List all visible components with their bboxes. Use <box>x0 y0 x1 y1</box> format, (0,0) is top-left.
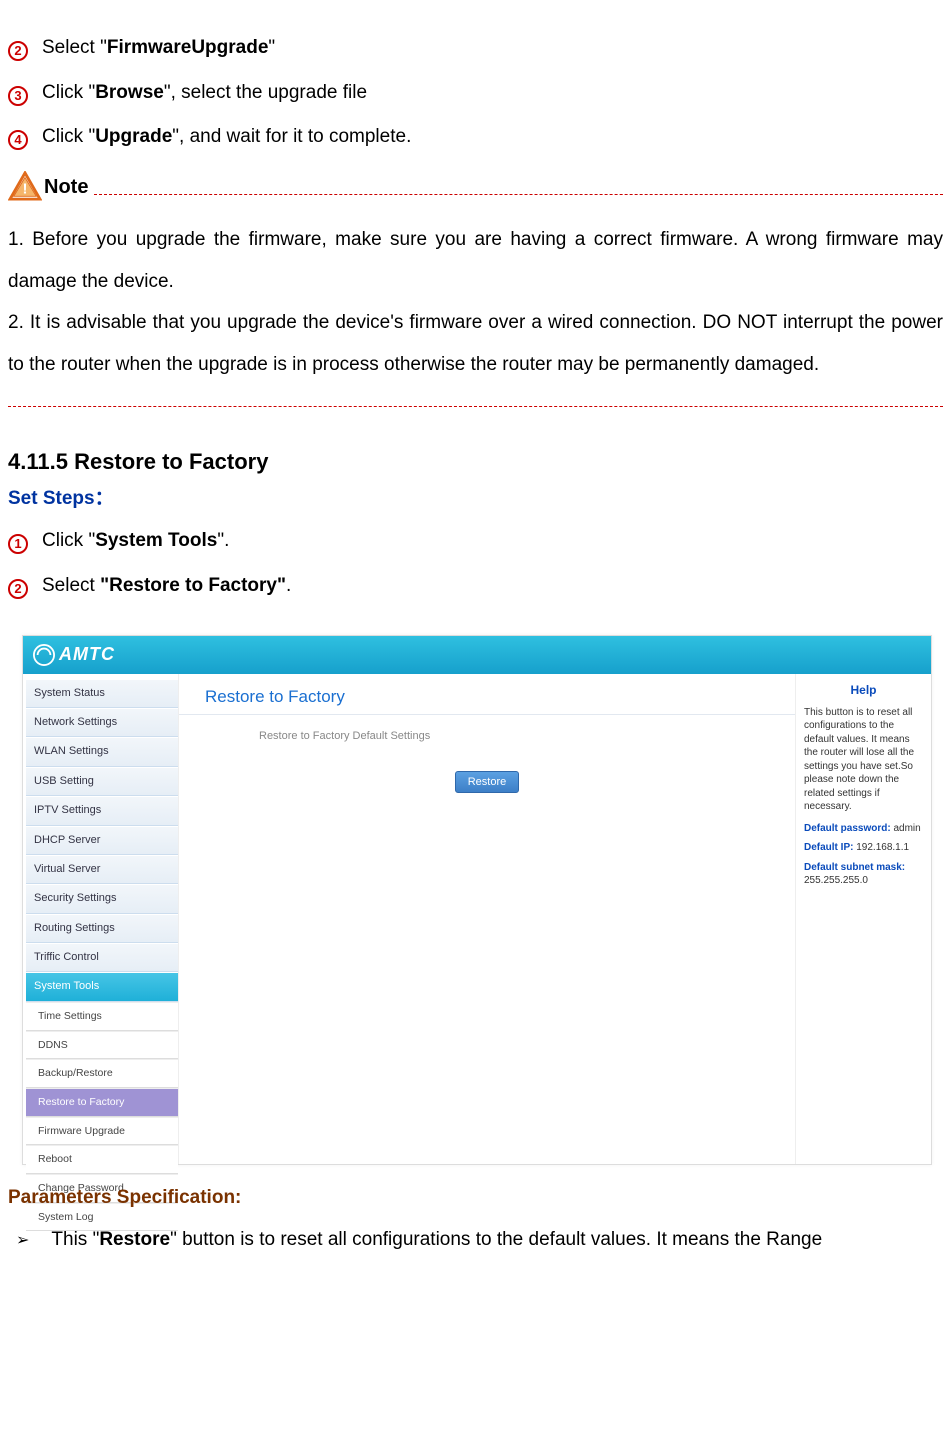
step-row: 4 Click "Upgrade", and wait for it to com… <box>8 124 943 151</box>
step-text: Select "Restore to Factory". <box>42 573 943 600</box>
step-row: 2 Select "FirmwareUpgrade" <box>8 35 943 62</box>
circled-number: 2 <box>8 41 28 61</box>
section-title: 4.11.5 Restore to Factory <box>8 447 943 478</box>
sidebar-sub-item[interactable]: Restore to Factory <box>26 1088 178 1117</box>
sidebar-item[interactable]: System Status <box>26 679 178 708</box>
sidebar-item[interactable]: DHCP Server <box>26 826 178 855</box>
params-bullet: ➢ This "Restore" button is to reset all … <box>8 1227 943 1254</box>
note-divider <box>94 194 943 195</box>
sidebar-item[interactable]: Network Settings <box>26 708 178 737</box>
help-password-value: admin <box>891 823 921 834</box>
note-end-divider <box>8 406 943 407</box>
step-row: 1 Click "System Tools". <box>8 528 943 555</box>
help-mask-value: 255.255.255.0 <box>804 875 868 886</box>
sidebar-sub-item[interactable]: Time Settings <box>26 1002 178 1031</box>
sidebar-item[interactable]: IPTV Settings <box>26 796 178 825</box>
router-sidebar: System StatusNetwork SettingsWLAN Settin… <box>23 674 178 1164</box>
step-text: Click "System Tools". <box>42 528 943 555</box>
pane-title: Restore to Factory <box>179 677 795 716</box>
sidebar-sub-item[interactable]: Firmware Upgrade <box>26 1117 178 1146</box>
router-main-pane: Restore to Factory Restore to Factory De… <box>178 674 796 1164</box>
sidebar-item[interactable]: Security Settings <box>26 884 178 913</box>
pane-subtext: Restore to Factory Default Settings <box>179 715 795 744</box>
step-row: 2 Select "Restore to Factory". <box>8 573 943 600</box>
step-text: Select "FirmwareUpgrade" <box>42 35 943 62</box>
note-label: Note <box>44 173 88 201</box>
router-header: AMTC <box>23 636 931 674</box>
sidebar-item[interactable]: Routing Settings <box>26 914 178 943</box>
brand-logo-icon <box>33 644 55 666</box>
step-text: Click "Browse", select the upgrade file <box>42 80 943 107</box>
sidebar-item[interactable]: Virtual Server <box>26 855 178 884</box>
set-steps-label: Set Steps： <box>8 486 943 513</box>
help-title: Help <box>804 682 923 698</box>
sidebar-item[interactable]: WLAN Settings <box>26 737 178 766</box>
circled-number: 2 <box>8 579 28 599</box>
help-password-label: Default password: <box>804 823 891 834</box>
router-ui-screenshot: AMTC System StatusNetwork SettingsWLAN S… <box>22 635 932 1165</box>
circled-number: 3 <box>8 86 28 106</box>
sidebar-sub-item[interactable]: Reboot <box>26 1145 178 1174</box>
help-ip-label: Default IP: <box>804 842 853 853</box>
sidebar-item[interactable]: USB Setting <box>26 767 178 796</box>
sidebar-item[interactable]: Triffic Control <box>26 943 178 972</box>
help-pane: Help This button is to reset all configu… <box>796 674 931 1164</box>
restore-button[interactable]: Restore <box>455 771 520 793</box>
note-p1: 1. Before you upgrade the firmware, make… <box>8 219 943 303</box>
sidebar-sub-item[interactable]: DDNS <box>26 1031 178 1060</box>
bullet-bold: Restore <box>99 1229 170 1250</box>
params-spec-heading: Parameters Specification: <box>8 1185 943 1212</box>
circled-number: 4 <box>8 130 28 150</box>
sidebar-sub-item[interactable]: Backup/Restore <box>26 1059 178 1088</box>
step-row: 3 Click "Browse", select the upgrade file <box>8 80 943 107</box>
circled-number: 1 <box>8 534 28 554</box>
warning-icon: ! <box>8 171 42 201</box>
bullet-icon: ➢ <box>16 1230 29 1252</box>
bullet-before: This " <box>51 1229 99 1250</box>
bullet-after: " button is to reset all configurations … <box>170 1229 822 1250</box>
sidebar-item[interactable]: System Tools <box>26 972 178 1001</box>
note-p2: 2. It is advisable that you upgrade the … <box>8 302 943 386</box>
help-mask-label: Default subnet mask: <box>804 862 905 873</box>
help-body: This button is to reset all configuratio… <box>804 706 923 814</box>
step-text: Click "Upgrade", and wait for it to comp… <box>42 124 943 151</box>
svg-text:!: ! <box>23 180 28 197</box>
help-ip-value: 192.168.1.1 <box>853 842 909 853</box>
brand-text: AMTC <box>59 642 115 667</box>
